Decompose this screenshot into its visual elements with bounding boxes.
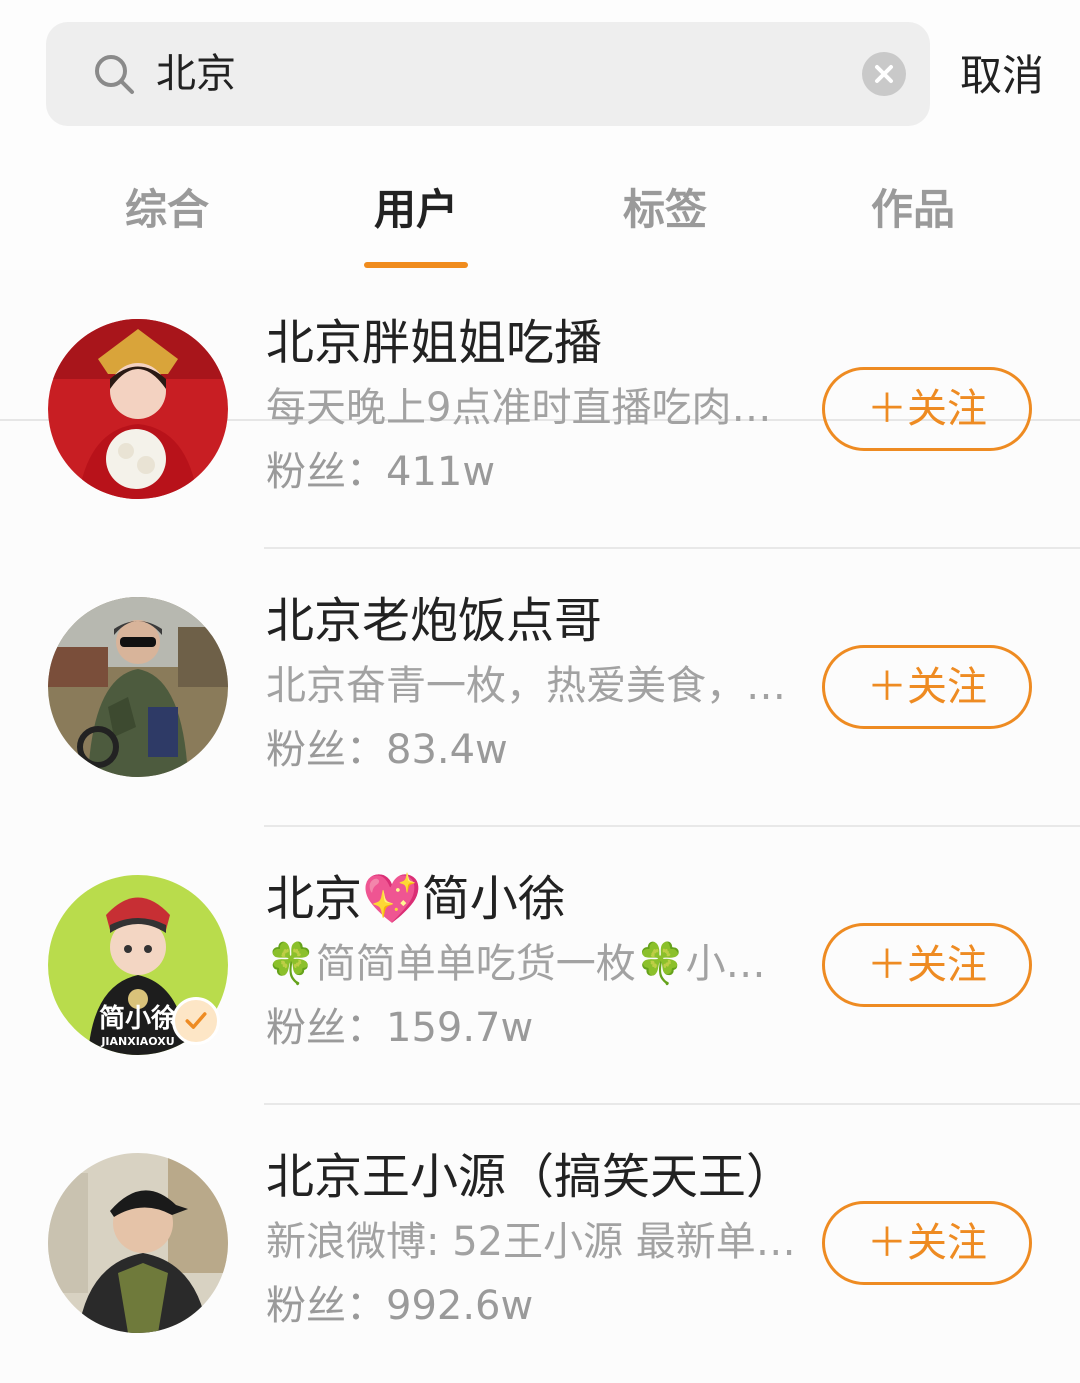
list-item[interactable]: 北京老炮饭点哥 北京奋青一枚，热爱美食，… 粉丝：83.4w ＋关注 bbox=[0, 549, 1080, 827]
cancel-button[interactable]: 取消 bbox=[960, 46, 1044, 106]
search-icon bbox=[95, 55, 134, 94]
avatar-text: 简小徐 bbox=[99, 1003, 177, 1034]
active-tab-indicator bbox=[364, 262, 468, 268]
follow-button[interactable]: ＋关注 bbox=[822, 645, 1032, 729]
user-name[interactable]: 北京💖简小徐 bbox=[266, 869, 566, 929]
user-description: 每天晚上9点准时直播吃肉… bbox=[266, 385, 772, 431]
follower-count: 粉丝：992.6w bbox=[266, 1283, 534, 1329]
list-item[interactable]: 简小徐 JIANXIAOXU 北京💖简小徐 🍀简简单单吃货一枚🍀小… 粉丝：15… bbox=[0, 827, 1080, 1105]
user-description: 北京奋青一枚，热爱美食，… bbox=[266, 663, 786, 709]
user-name[interactable]: 北京王小源（搞笑天王） bbox=[266, 1147, 794, 1207]
list-item[interactable]: 北京胖姐姐吃播 每天晚上9点准时直播吃肉… 粉丝：411w ＋关注 bbox=[0, 271, 1080, 549]
follow-button[interactable]: ＋关注 bbox=[822, 1201, 1032, 1285]
tab-bar: 综合 用户 标签 作品 bbox=[0, 150, 1080, 421]
list-item[interactable]: 北京王小源（搞笑天王） 新浪微博: 52王小源 最新单… 粉丝：992.6w ＋… bbox=[0, 1105, 1080, 1383]
tab-works[interactable]: 作品 bbox=[828, 180, 998, 240]
tab-tags[interactable]: 标签 bbox=[580, 180, 750, 240]
avatar[interactable] bbox=[48, 597, 228, 777]
search-query[interactable]: 北京 bbox=[156, 46, 236, 102]
avatar[interactable] bbox=[48, 1153, 228, 1333]
follower-count: 粉丝：411w bbox=[266, 449, 496, 495]
follower-count: 粉丝：159.7w bbox=[266, 1005, 534, 1051]
follower-count: 粉丝：83.4w bbox=[266, 727, 508, 773]
tab-comprehensive[interactable]: 综合 bbox=[82, 180, 252, 240]
user-description: 🍀简简单单吃货一枚🍀小… bbox=[266, 941, 766, 987]
follow-button[interactable]: ＋关注 bbox=[822, 367, 1032, 451]
verified-icon bbox=[172, 997, 220, 1045]
user-name[interactable]: 北京老炮饭点哥 bbox=[266, 591, 602, 651]
avatar[interactable] bbox=[48, 319, 228, 499]
follow-button[interactable]: ＋关注 bbox=[822, 923, 1032, 1007]
user-name[interactable]: 北京胖姐姐吃播 bbox=[266, 313, 602, 373]
avatar-subtext: JIANXIAOXU bbox=[100, 1035, 174, 1048]
tab-users[interactable]: 用户 bbox=[331, 180, 501, 240]
search-input[interactable]: 北京 bbox=[46, 22, 930, 126]
clear-icon[interactable] bbox=[862, 52, 906, 96]
user-description: 新浪微博: 52王小源 最新单… bbox=[266, 1219, 796, 1265]
search-bar: 北京 取消 bbox=[0, 0, 1080, 150]
